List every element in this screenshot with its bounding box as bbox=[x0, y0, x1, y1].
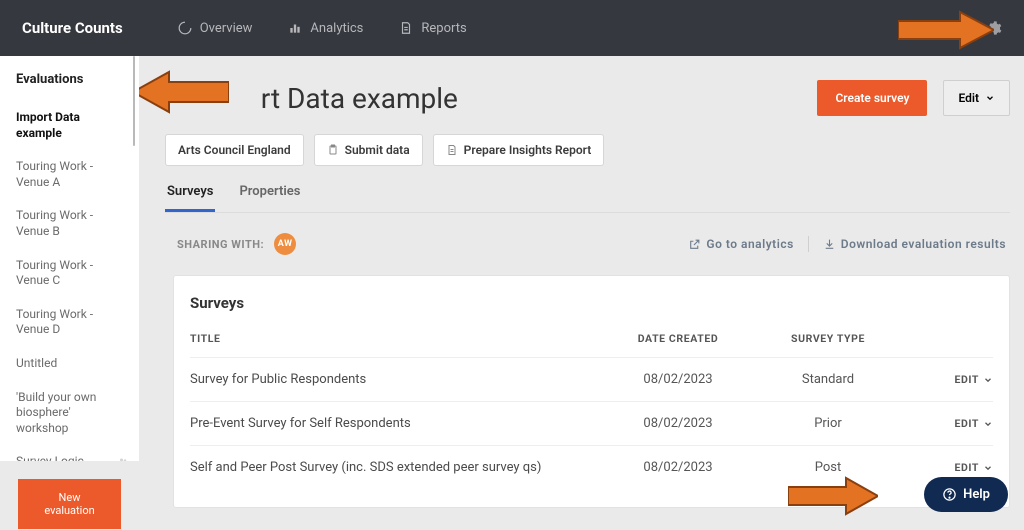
sidebar-item-biosphere[interactable]: 'Build your own biosphere' workshop bbox=[0, 381, 139, 446]
sidebar-scrollbar[interactable] bbox=[133, 56, 135, 146]
chevron-down-icon bbox=[983, 463, 993, 473]
top-navbar: Culture Counts Overview Analytics Report… bbox=[0, 0, 1024, 56]
gear-icon bbox=[986, 20, 1002, 36]
page-title: XXXXXrt Data example bbox=[173, 82, 801, 115]
download-results-link[interactable]: Download evaluation results bbox=[823, 237, 1006, 251]
help-icon bbox=[942, 487, 957, 502]
surveys-table-header: TITLE DATE CREATED SURVEY TYPE bbox=[190, 326, 993, 357]
table-row[interactable]: Survey for Public Respondents 08/02/2023… bbox=[190, 357, 993, 401]
chevron-down-icon bbox=[983, 419, 993, 429]
nav-analytics[interactable]: Analytics bbox=[288, 21, 363, 36]
new-evaluation-button[interactable]: New evaluation bbox=[18, 479, 121, 529]
go-to-analytics-link[interactable]: Go to analytics bbox=[688, 237, 793, 251]
tab-surveys[interactable]: Surveys bbox=[165, 184, 215, 212]
sidebar-item-untitled[interactable]: Untitled bbox=[0, 347, 139, 381]
pill-prepare-report[interactable]: Prepare Insights Report bbox=[433, 134, 605, 166]
sidebar: Evaluations Import Data example Touring … bbox=[0, 56, 139, 530]
sidebar-item-venue-d[interactable]: Touring Work - Venue D bbox=[0, 298, 139, 347]
edit-row-link[interactable]: EDIT bbox=[903, 417, 993, 430]
pill-submit-data[interactable]: Submit data bbox=[314, 134, 423, 166]
clipboard-icon bbox=[327, 144, 339, 156]
sidebar-heading: Evaluations bbox=[0, 56, 139, 101]
download-icon bbox=[823, 238, 836, 251]
avatar[interactable]: AW bbox=[274, 233, 296, 255]
document-icon bbox=[446, 144, 458, 156]
settings-button[interactable] bbox=[986, 20, 1002, 36]
sidebar-item-import-data[interactable]: Import Data example bbox=[0, 101, 139, 150]
sidebar-item-survey-logic[interactable]: Survey Logic Example bbox=[0, 445, 139, 461]
edit-row-link[interactable]: EDIT bbox=[903, 461, 993, 474]
sharing-bar: SHARING WITH: AW Go to analytics Downloa… bbox=[173, 213, 1010, 275]
brand-logo: Culture Counts bbox=[22, 19, 123, 37]
surveys-card: Surveys TITLE DATE CREATED SURVEY TYPE S… bbox=[173, 275, 1010, 508]
document-icon bbox=[399, 21, 413, 35]
surveys-heading: Surveys bbox=[190, 294, 993, 312]
chevron-down-icon bbox=[983, 375, 993, 385]
sidebar-item-venue-a[interactable]: Touring Work - Venue A bbox=[0, 150, 139, 199]
chevron-down-icon bbox=[985, 93, 995, 103]
content-area: XXXXXrt Data example Create survey Edit … bbox=[139, 56, 1024, 530]
create-survey-button[interactable]: Create survey bbox=[817, 80, 927, 116]
pill-arts-council[interactable]: Arts Council England bbox=[165, 134, 304, 166]
tab-bar: Surveys Properties bbox=[165, 184, 1010, 213]
table-row[interactable]: Pre-Event Survey for Self Respondents 08… bbox=[190, 401, 993, 445]
external-link-icon bbox=[688, 238, 701, 251]
table-row[interactable]: Self and Peer Post Survey (inc. SDS exte… bbox=[190, 445, 993, 489]
sidebar-item-venue-c[interactable]: Touring Work - Venue C bbox=[0, 249, 139, 298]
sidebar-item-venue-b[interactable]: Touring Work - Venue B bbox=[0, 199, 139, 248]
shared-icon bbox=[117, 456, 129, 461]
spinner-icon bbox=[178, 21, 192, 35]
nav-reports[interactable]: Reports bbox=[399, 21, 466, 36]
tab-properties[interactable]: Properties bbox=[237, 184, 302, 212]
nav-overview[interactable]: Overview bbox=[178, 21, 253, 36]
edit-evaluation-button[interactable]: Edit bbox=[943, 80, 1010, 116]
edit-row-link[interactable]: EDIT bbox=[903, 373, 993, 386]
sharing-label: SHARING WITH: bbox=[177, 238, 264, 251]
bar-chart-icon bbox=[288, 21, 302, 35]
help-button[interactable]: Help bbox=[924, 477, 1008, 512]
